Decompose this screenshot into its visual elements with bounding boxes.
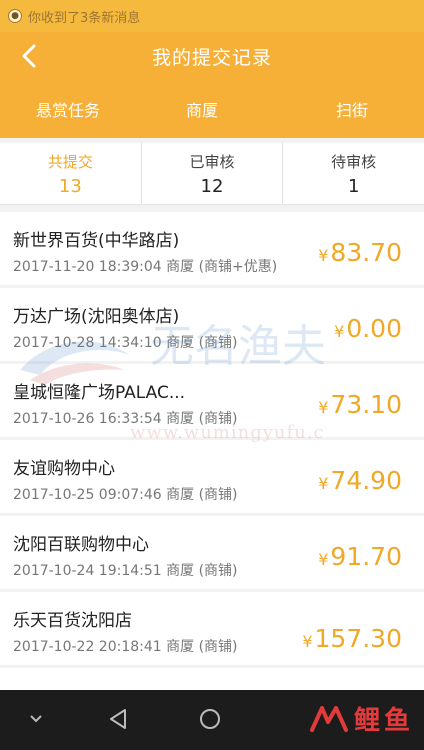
record-amount: ¥83.70	[318, 238, 402, 267]
brand-mark-icon	[309, 705, 348, 732]
brand-logo: 鲤 鱼	[308, 700, 410, 737]
triangle-back-icon	[110, 709, 126, 729]
submission-stats: 共提交 13 已审核 12 待审核 1	[0, 143, 424, 205]
list-item[interactable]: 新世界百货(中华路店) 2017-11-20 18:39:04 商厦 (商铺+优…	[0, 212, 424, 285]
currency-symbol: ¥	[334, 322, 345, 341]
currency-symbol: ¥	[302, 632, 313, 651]
record-amount: ¥91.70	[318, 542, 402, 571]
brand-char: 鱼	[383, 706, 410, 736]
currency-symbol: ¥	[318, 398, 329, 417]
stat-total[interactable]: 共提交 13	[0, 143, 142, 204]
app-header: 我的提交记录	[0, 32, 424, 80]
tab-street-scan[interactable]: 扫街	[257, 80, 424, 138]
record-list[interactable]: 新世界百货(中华路店) 2017-11-20 18:39:04 商厦 (商铺+优…	[0, 212, 424, 690]
chevron-down-icon	[30, 715, 42, 723]
amount-value: 83.70	[330, 238, 402, 267]
home-nav-button[interactable]	[196, 704, 224, 734]
list-item[interactable]: 沈阳百联购物中心 2017-10-24 19:14:51 商厦 (商铺) ¥91…	[0, 516, 424, 589]
currency-symbol: ¥	[318, 474, 329, 493]
record-meta: 2017-11-20 18:39:04 商厦 (商铺+优惠)	[13, 259, 278, 275]
currency-symbol: ¥	[318, 550, 329, 569]
record-name: 新世界百货(中华路店)	[13, 231, 180, 251]
record-meta: 2017-10-28 14:34:10 商厦 (商铺)	[13, 335, 238, 351]
record-meta: 2017-10-25 09:07:46 商厦 (商铺)	[13, 487, 238, 503]
tab-mall[interactable]: 商厦	[147, 80, 258, 138]
system-navbar: 鲤 鱼	[0, 690, 424, 750]
amount-value: 73.10	[330, 390, 402, 419]
record-amount: ¥0.00	[334, 314, 402, 343]
amount-value: 91.70	[330, 542, 402, 571]
notification-text: 你收到了3条新消息	[28, 10, 141, 26]
page-title: 我的提交记录	[151, 46, 272, 69]
amount-value: 157.30	[314, 624, 402, 653]
notification-bar[interactable]: ● 你收到了3条新消息	[0, 0, 424, 32]
chevron-left-icon	[22, 44, 36, 68]
back-nav-button[interactable]	[104, 704, 132, 734]
notification-icon: ●	[8, 9, 22, 23]
record-meta: 2017-10-26 16:33:54 商厦 (商铺)	[13, 411, 238, 427]
stat-pending[interactable]: 待审核 1	[283, 143, 424, 204]
stat-value: 13	[58, 175, 82, 197]
list-item[interactable]	[0, 668, 424, 690]
tab-reward-tasks[interactable]: 悬赏任务	[0, 80, 147, 138]
record-name: 乐天百货沈阳店	[13, 611, 132, 631]
hide-keyboard-button[interactable]	[24, 704, 48, 734]
circle-home-icon	[200, 709, 220, 729]
record-name: 沈阳百联购物中心	[13, 535, 149, 555]
record-amount: ¥157.30	[302, 624, 402, 653]
stat-label: 已审核	[189, 152, 235, 171]
list-item[interactable]: 友谊购物中心 2017-10-25 09:07:46 商厦 (商铺) ¥74.9…	[0, 440, 424, 513]
list-item[interactable]: 皇城恒隆广场PALAC... 2017-10-26 16:33:54 商厦 (商…	[0, 364, 424, 437]
stat-value: 1	[347, 175, 360, 197]
amount-value: 74.90	[330, 466, 402, 495]
record-meta: 2017-10-22 20:18:41 商厦 (商铺)	[13, 639, 238, 655]
record-amount: ¥73.10	[318, 390, 402, 419]
record-name: 皇城恒隆广场PALAC...	[13, 383, 186, 403]
brand-char: 鲤	[353, 706, 380, 736]
list-item[interactable]: 乐天百货沈阳店 2017-10-22 20:18:41 商厦 (商铺) ¥157…	[0, 592, 424, 665]
record-meta: 2017-10-24 19:14:51 商厦 (商铺)	[13, 563, 238, 579]
currency-symbol: ¥	[318, 246, 329, 265]
stat-label: 共提交	[47, 152, 93, 171]
stat-label: 待审核	[331, 152, 377, 171]
list-item[interactable]: 万达广场(沈阳奥体店) 2017-10-28 14:34:10 商厦 (商铺) …	[0, 288, 424, 361]
back-button[interactable]	[14, 40, 44, 72]
amount-value: 0.00	[346, 314, 402, 343]
record-amount: ¥74.90	[318, 466, 402, 495]
category-tabs: 悬赏任务 商厦 扫街	[0, 80, 424, 138]
stat-reviewed[interactable]: 已审核 12	[142, 143, 284, 204]
stat-value: 12	[200, 175, 224, 197]
record-name: 友谊购物中心	[13, 459, 115, 479]
record-name: 万达广场(沈阳奥体店)	[13, 307, 180, 327]
